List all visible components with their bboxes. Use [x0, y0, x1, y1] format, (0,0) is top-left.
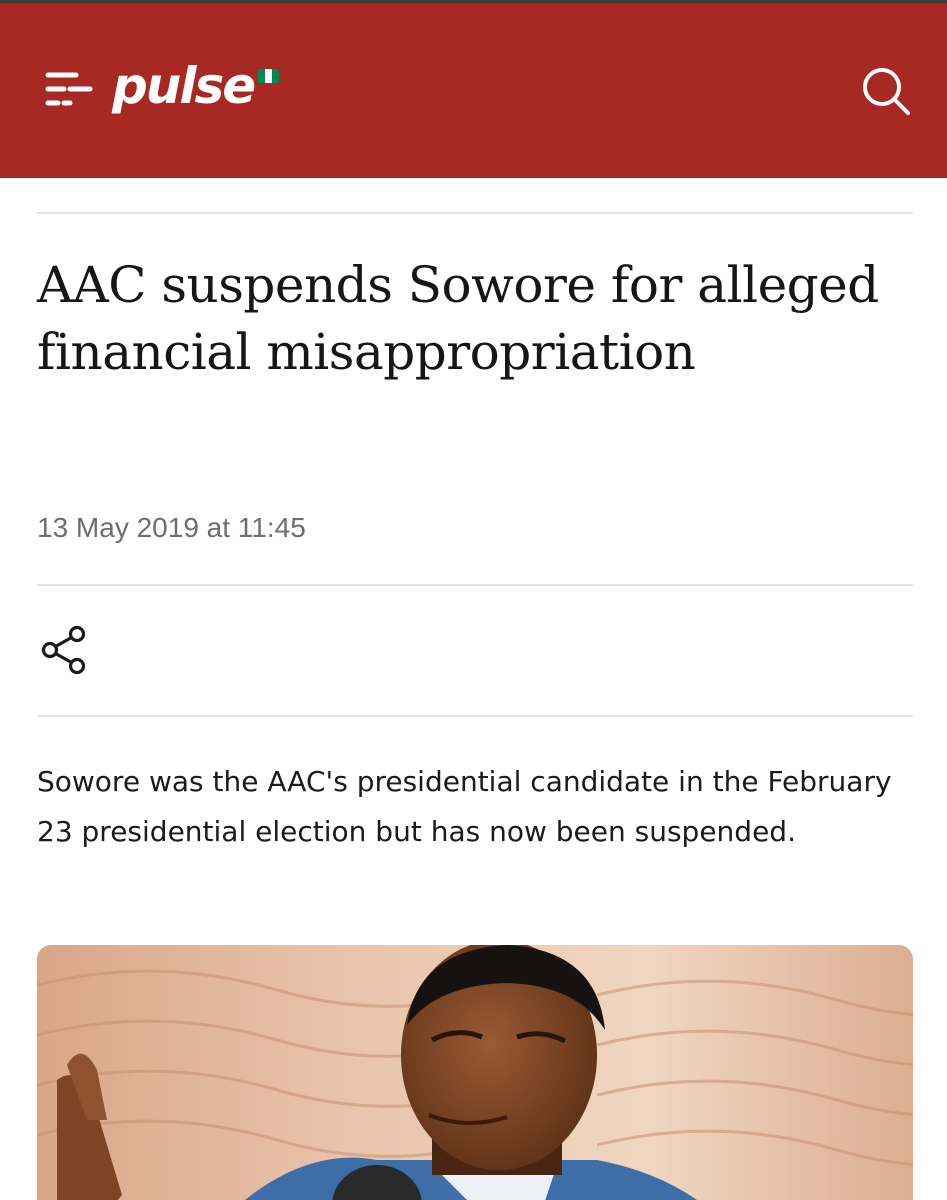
search-icon[interactable]: [858, 63, 914, 119]
logo-text: pulse: [112, 57, 256, 115]
top-bar: pulse: [0, 0, 947, 178]
article-headline: AAC suspends Sowore for alleged financia…: [37, 256, 879, 381]
article-timestamp: 13 May 2019 at 11:45: [37, 512, 306, 543]
article-summary: Sowore was the AAC's presidential candid…: [37, 765, 892, 848]
divider-above-share: [37, 584, 913, 586]
divider-below-share: [37, 715, 913, 717]
share-icon[interactable]: [40, 624, 90, 676]
hamburger-menu-icon[interactable]: [44, 65, 100, 113]
nigeria-flag-icon: [258, 69, 280, 83]
divider-top: [37, 212, 913, 214]
article-photo[interactable]: [37, 945, 913, 1200]
pulse-logo[interactable]: pulse: [112, 55, 280, 125]
